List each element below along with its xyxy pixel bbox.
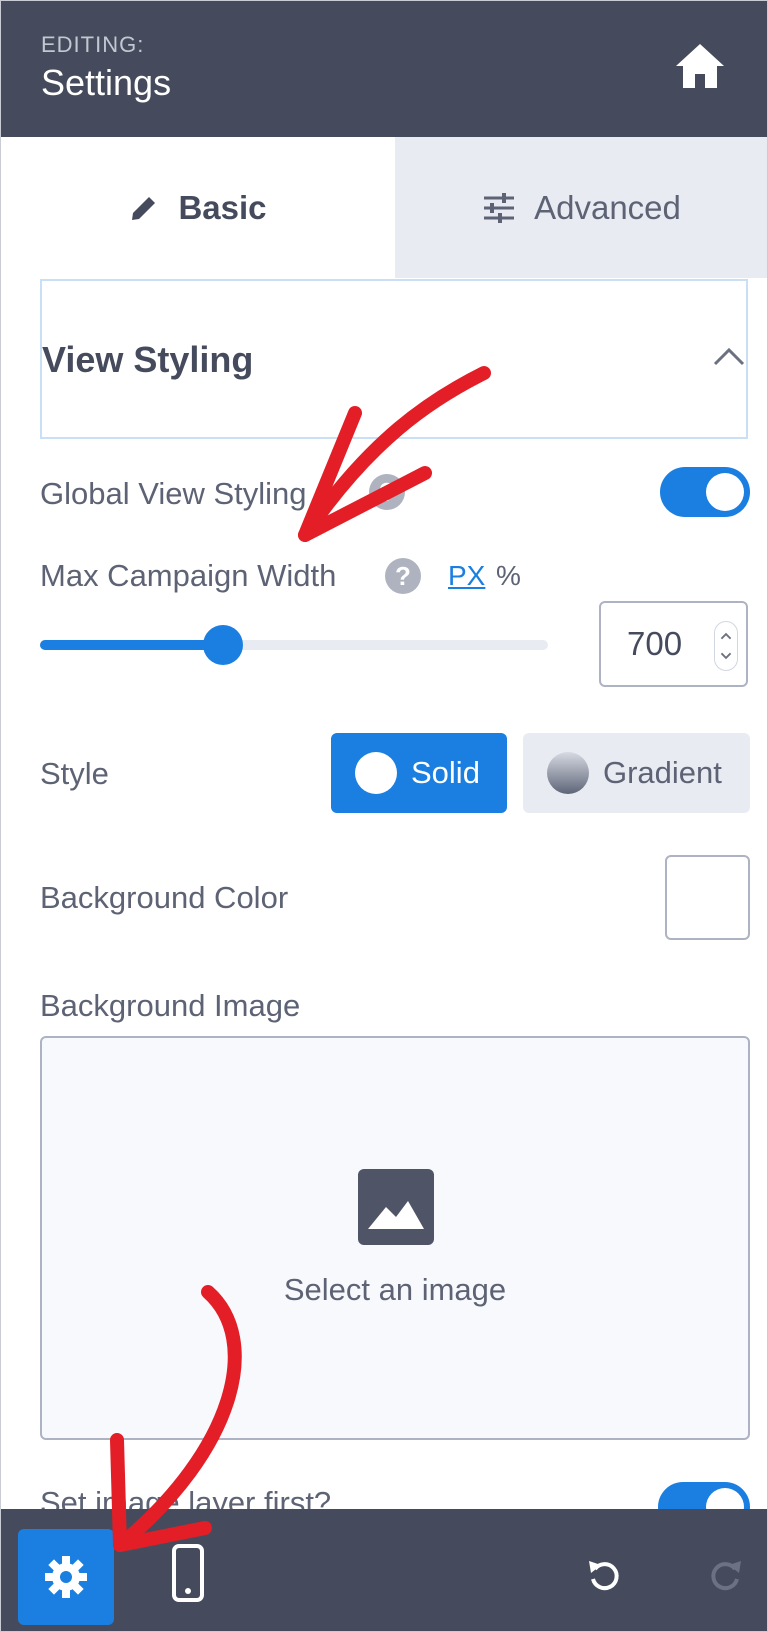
view-styling-section-header[interactable]: View Styling [40,279,748,439]
unit-px-link[interactable]: PX [448,560,485,592]
width-slider-track[interactable] [40,625,548,665]
sliders-icon [484,192,515,223]
gradient-swatch-icon [547,752,589,794]
home-icon[interactable] [672,40,728,92]
undo-icon [589,1561,619,1591]
editing-label: EDITING: [41,32,145,57]
select-image-text: Select an image [283,1272,507,1307]
background-image-label: Background Image [40,988,301,1023]
max-campaign-width-label: Max Campaign Width [40,558,337,593]
solid-swatch-icon [355,752,397,794]
unit-percent-link[interactable]: % [496,560,521,592]
style-solid-label: Solid [411,755,480,790]
help-icon[interactable]: ? [369,474,405,510]
style-gradient-button[interactable]: Gradient [523,733,750,813]
global-view-styling-toggle[interactable] [660,467,750,517]
settings-icon [45,1556,87,1598]
global-view-styling-label: Global View Styling [40,476,307,511]
redo-button[interactable] [706,1555,746,1595]
redo-icon [711,1561,741,1591]
toggle-knob [706,473,744,511]
tab-advanced-label: Advanced [534,188,681,226]
tab-advanced[interactable]: Advanced [395,137,768,278]
spinner-icon[interactable] [714,621,738,671]
help-icon[interactable]: ? [385,558,421,594]
style-label: Style [40,756,109,791]
tab-basic-label: Basic [178,188,267,226]
background-color-label: Background Color [40,880,289,915]
width-value: 700 [627,625,683,662]
width-slider-fill [40,640,223,650]
chevron-up-icon[interactable] [712,345,746,367]
mobile-icon [172,1544,204,1602]
mobile-view-button[interactable] [168,1541,208,1605]
page-title: Settings [41,62,172,103]
tab-basic[interactable]: Basic [0,137,395,278]
image-icon [358,1169,434,1245]
style-gradient-label: Gradient [603,755,722,790]
undo-button[interactable] [584,1555,624,1595]
background-image-dropzone[interactable]: Select an image [40,1036,750,1440]
header-bar: EDITING: Settings [0,0,768,137]
background-color-swatch[interactable] [665,855,750,940]
style-solid-button[interactable]: Solid [331,733,507,813]
tab-bar: Basic Advanced [0,137,768,278]
pencil-icon [132,196,156,220]
width-slider-handle[interactable] [202,625,243,665]
settings-button[interactable] [18,1529,114,1625]
bottom-toolbar [0,1509,768,1632]
width-number-input[interactable]: 700 [599,601,748,687]
section-title: View Styling [42,339,254,380]
